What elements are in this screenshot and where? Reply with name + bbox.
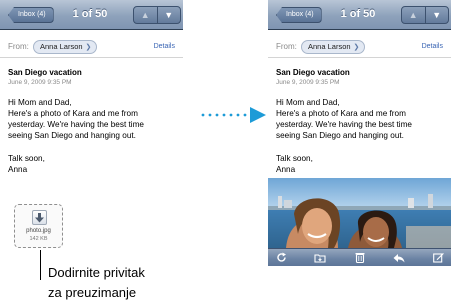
body-line: yesterday. We're having the best time xyxy=(276,120,412,129)
sender-name: Anna Larson xyxy=(308,42,351,51)
trash-icon[interactable] xyxy=(353,251,367,265)
attachment-placeholder[interactable]: photo.jpg 142 KB xyxy=(14,204,63,248)
message-nav-arrows: ▲ ▼ xyxy=(133,6,181,24)
callout-text-line-2: za preuzimanje xyxy=(48,285,137,300)
message-toolbar xyxy=(268,248,451,266)
attachment-name: photo.jpg xyxy=(26,228,51,234)
email-date: June 9, 2009 9:35 PM xyxy=(276,79,340,86)
from-label: From: xyxy=(8,42,29,51)
body-line: seeing San Diego and hanging out. xyxy=(276,131,404,140)
body-line: seeing San Diego and hanging out. xyxy=(8,131,136,140)
arrow-up-icon: ▲ xyxy=(140,10,150,20)
from-row: From: Anna Larson ❯ Details xyxy=(0,38,183,58)
attached-photo[interactable] xyxy=(268,178,451,248)
next-message-button[interactable]: ▼ xyxy=(156,7,181,23)
next-message-button[interactable]: ▼ xyxy=(424,7,449,23)
navigation-bar: Inbox (4) 1 of 50 ▲ ▼ xyxy=(0,0,183,30)
sign-line: Talk soon, xyxy=(276,154,313,163)
sender-chip[interactable]: Anna Larson ❯ xyxy=(301,40,366,54)
message-nav-arrows: ▲ ▼ xyxy=(401,6,449,24)
chevron-right-icon: ❯ xyxy=(85,44,92,51)
compose-icon[interactable] xyxy=(431,251,445,265)
arrow-up-icon: ▲ xyxy=(408,10,418,20)
refresh-icon[interactable] xyxy=(274,251,288,265)
sign-line: Talk soon, xyxy=(8,154,45,163)
photo-image xyxy=(268,178,451,248)
attachment-size: 142 KB xyxy=(29,236,48,242)
arrow-down-icon: ▼ xyxy=(432,10,442,20)
message-count: 1 of 50 xyxy=(72,8,108,20)
body-line: Hi Mom and Dad, xyxy=(8,98,72,107)
sender-name: Anna Larson xyxy=(40,42,83,51)
callout-text-line-1: Dodirnite privitak xyxy=(48,265,145,280)
from-row: From: Anna Larson ❯ Details xyxy=(268,38,451,58)
from-label: From: xyxy=(276,42,297,51)
body-line: yesterday. We're having the best time xyxy=(8,120,144,129)
body-line: Hi Mom and Dad, xyxy=(276,98,340,107)
email-subject: San Diego vacation xyxy=(8,68,82,77)
body-line: Here's a photo of Kara and me from xyxy=(8,109,138,118)
email-screen-before: Inbox (4) 1 of 50 ▲ ▼ From: Anna Larson ❯… xyxy=(0,0,183,266)
reply-icon[interactable] xyxy=(392,251,406,265)
details-link[interactable]: Details xyxy=(154,43,175,50)
email-body: Hi Mom and Dad, Here's a photo of Kara a… xyxy=(8,97,180,141)
body-line: Here's a photo of Kara and me from xyxy=(276,109,406,118)
folder-icon[interactable] xyxy=(313,251,327,265)
navigation-bar: Inbox (4) 1 of 50 ▲ ▼ xyxy=(268,0,451,30)
inbox-back-button[interactable]: Inbox (4) xyxy=(276,7,322,23)
sign-line: Anna xyxy=(8,165,28,174)
previous-message-button[interactable]: ▲ xyxy=(402,7,425,23)
message-count: 1 of 50 xyxy=(340,8,376,20)
email-signature: Talk soon, Anna xyxy=(276,153,313,175)
email-subject: San Diego vacation xyxy=(276,68,350,77)
previous-message-button[interactable]: ▲ xyxy=(134,7,157,23)
inbox-back-button[interactable]: Inbox (4) xyxy=(8,7,54,23)
sender-chip[interactable]: Anna Larson ❯ xyxy=(33,40,98,54)
email-signature: Talk soon, Anna xyxy=(8,153,45,175)
email-body: Hi Mom and Dad, Here's a photo of Kara a… xyxy=(276,97,448,141)
download-icon xyxy=(32,210,47,225)
chevron-right-icon: ❯ xyxy=(353,44,360,51)
transition-arrow-icon xyxy=(201,107,266,123)
arrow-down-icon: ▼ xyxy=(164,10,174,20)
details-link[interactable]: Details xyxy=(422,43,443,50)
callout-line xyxy=(40,250,41,280)
sign-line: Anna xyxy=(276,165,296,174)
email-date: June 9, 2009 9:35 PM xyxy=(8,79,72,86)
email-screen-after: Inbox (4) 1 of 50 ▲ ▼ From: Anna Larson ❯… xyxy=(268,0,451,266)
